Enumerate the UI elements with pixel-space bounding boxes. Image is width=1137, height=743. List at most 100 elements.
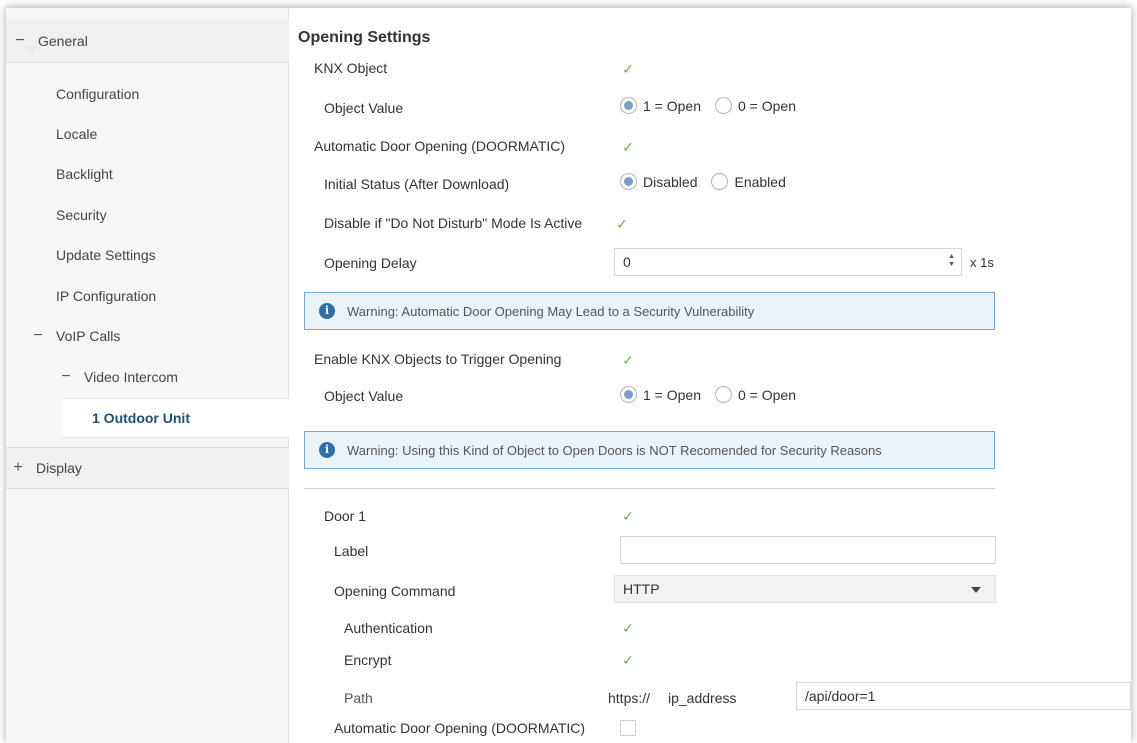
sidebar-item-locale[interactable]: Locale: [6, 114, 289, 154]
object-value-radio-group: 1 = Open 0 = Open: [620, 386, 810, 403]
path-input[interactable]: /api/door=1: [796, 682, 1131, 710]
notch-decoration: [24, 46, 40, 54]
settings-panel: Opening Settings KNX Object ✓ Object Val…: [290, 8, 1131, 743]
checkmark-icon: ✓: [622, 508, 634, 524]
sidebar-item-security[interactable]: Security: [6, 195, 289, 235]
sidebar-item-label: Security: [56, 207, 107, 223]
radio-button[interactable]: [620, 386, 637, 403]
radio-option-enabled[interactable]: Enabled: [711, 173, 786, 190]
radio-option-disabled[interactable]: Disabled: [620, 173, 697, 190]
sidebar-item-backlight[interactable]: Backlight: [6, 154, 289, 194]
radio-label: 0 = Open: [738, 97, 796, 114]
checkmark-icon: ✓: [622, 652, 634, 668]
authentication-label: Authentication: [344, 620, 433, 636]
sidebar-item-configuration[interactable]: Configuration: [6, 74, 289, 114]
door1-label: Door 1: [324, 508, 367, 524]
sidebar-item-label: IP Configuration: [56, 288, 157, 304]
sidebar-item-label: Configuration: [56, 86, 140, 102]
initial-status-label: Initial Status (After Download): [324, 176, 510, 192]
info-icon: i: [319, 442, 335, 458]
sidebar-item-label: Backlight: [56, 166, 113, 182]
radio-button[interactable]: [715, 97, 732, 114]
sidebar-item-voip-calls[interactable]: − VoIP Calls: [6, 316, 289, 356]
sidebar-item-label: Video Intercom: [84, 369, 178, 385]
sidebar-item-label: VoIP Calls: [56, 328, 121, 344]
opening-delay-unit: x 1s: [970, 255, 994, 270]
sidebar-group-display[interactable]: + Display: [6, 447, 289, 489]
path-label: Path: [344, 690, 373, 706]
sidebar-item-label: 1 Outdoor Unit: [92, 410, 190, 426]
radio-option-0-open[interactable]: 0 = Open: [715, 97, 796, 114]
encrypt-checkbox[interactable]: ✓: [620, 652, 636, 668]
input-value: 0: [623, 254, 631, 270]
section-title: Opening Settings: [298, 29, 431, 46]
radio-button[interactable]: [715, 386, 732, 403]
opening-command-label: Opening Command: [334, 583, 456, 599]
doormatic-label: Automatic Door Opening (DOORMATIC): [314, 138, 566, 154]
checkmark-icon: ✓: [622, 61, 634, 77]
warning-banner: i Warning: Using this Kind of Object to …: [304, 431, 995, 469]
radio-label: 1 = Open: [643, 386, 701, 403]
sidebar-group-general[interactable]: − General: [6, 19, 289, 63]
checkmark-icon: ✓: [616, 216, 628, 232]
object-value-label: Object Value: [324, 100, 404, 116]
radio-label: 1 = Open: [643, 97, 701, 114]
radio-option-0-open[interactable]: 0 = Open: [715, 386, 796, 403]
radio-label: Disabled: [643, 173, 698, 190]
opening-delay-label: Opening Delay: [324, 255, 417, 271]
checkmark-icon: ✓: [622, 620, 634, 636]
object-value-radio-group: 1 = Open 0 = Open: [620, 97, 810, 114]
sidebar-group-label: General: [38, 32, 88, 49]
enable-knx-label: Enable KNX Objects to Trigger Opening: [314, 351, 562, 367]
opening-command-select[interactable]: HTTP: [614, 575, 996, 603]
radio-label: 0 = Open: [738, 386, 796, 403]
stepper-arrows-icon[interactable]: ▲ ▼: [948, 253, 955, 269]
authentication-checkbox[interactable]: ✓: [620, 620, 636, 636]
initial-status-radio-group: Disabled Enabled: [620, 173, 800, 190]
input-value: /api/door=1: [805, 688, 876, 704]
sidebar: − General Configuration Locale Backlight…: [6, 8, 289, 743]
door-doormatic-label: Automatic Door Opening (DOORMATIC): [334, 720, 586, 736]
door-doormatic-checkbox[interactable]: [620, 720, 636, 736]
object-value-label: Object Value: [324, 388, 404, 404]
sidebar-item-label: Locale: [56, 126, 98, 142]
warning-text: Warning: Using this Kind of Object to Op…: [347, 442, 882, 458]
door-label-input[interactable]: [620, 536, 996, 564]
radio-option-1-open[interactable]: 1 = Open: [620, 386, 701, 403]
radio-label: Enabled: [734, 173, 786, 190]
radio-option-1-open[interactable]: 1 = Open: [620, 97, 701, 114]
sidebar-item-ip-configuration[interactable]: IP Configuration: [6, 276, 289, 316]
select-value: HTTP: [623, 581, 660, 597]
encrypt-label: Encrypt: [344, 652, 392, 668]
sidebar-item-update-settings[interactable]: Update Settings: [6, 235, 289, 275]
path-host: ip_address: [668, 690, 737, 706]
enable-knx-checkbox[interactable]: ✓: [620, 352, 636, 368]
knx-object-label: KNX Object: [314, 60, 388, 76]
door1-checkbox[interactable]: ✓: [620, 508, 636, 524]
radio-button[interactable]: [620, 173, 637, 190]
warning-banner: i Warning: Automatic Door Opening May Le…: [304, 292, 995, 330]
checkmark-icon: ✓: [622, 352, 634, 368]
collapse-icon[interactable]: −: [28, 327, 48, 345]
radio-button[interactable]: [711, 173, 729, 190]
radio-button[interactable]: [620, 97, 637, 114]
doormatic-checkbox[interactable]: ✓: [620, 139, 636, 155]
dnd-label: Disable if "Do Not Disturb" Mode Is Acti…: [324, 215, 583, 231]
sidebar-group-label: Display: [36, 460, 82, 476]
chevron-down-icon[interactable]: [971, 587, 981, 593]
dnd-checkbox[interactable]: ✓: [614, 216, 630, 232]
expand-icon[interactable]: +: [8, 459, 28, 477]
window: − General Configuration Locale Backlight…: [6, 8, 1131, 743]
divider: [304, 488, 995, 489]
opening-delay-input[interactable]: 0 ▲ ▼: [614, 248, 962, 276]
checkmark-icon: ✓: [622, 139, 634, 155]
path-prefix: https://: [608, 690, 651, 706]
sidebar-item-label: Update Settings: [56, 247, 156, 263]
sidebar-item-outdoor-unit[interactable]: 1 Outdoor Unit: [6, 398, 289, 438]
door-label-label: Label: [334, 543, 369, 559]
warning-text: Warning: Automatic Door Opening May Lead…: [347, 303, 755, 319]
info-icon: i: [319, 303, 335, 319]
knx-object-checkbox[interactable]: ✓: [620, 61, 636, 77]
sidebar-item-video-intercom[interactable]: − Video Intercom: [6, 357, 289, 397]
collapse-icon[interactable]: −: [56, 368, 76, 386]
